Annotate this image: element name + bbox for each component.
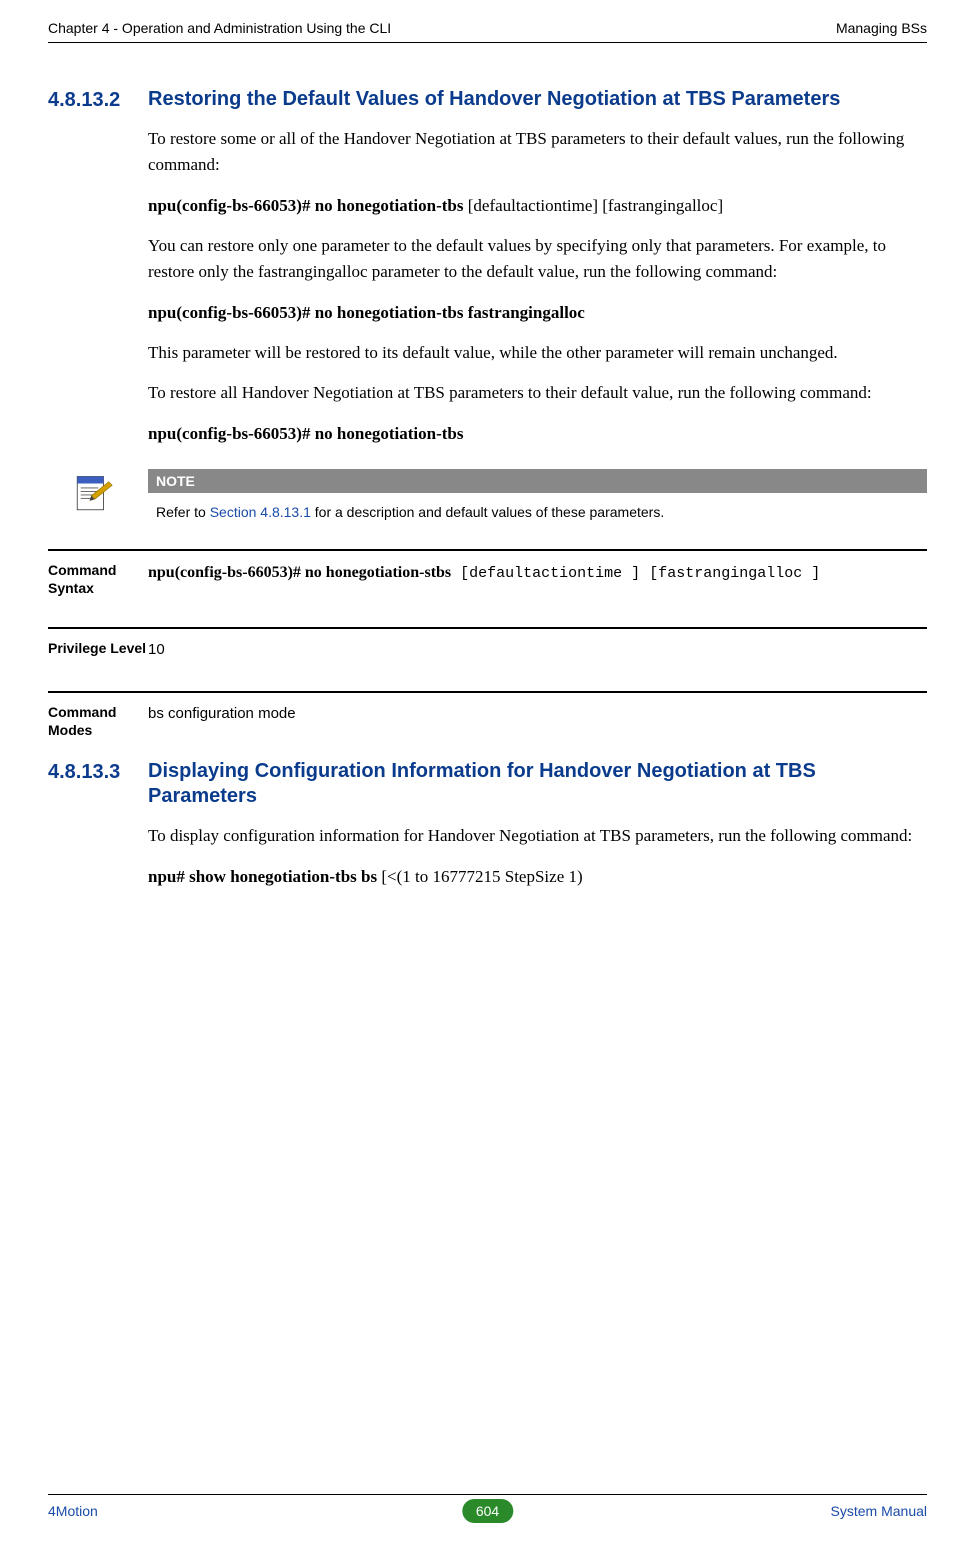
command-line: npu# show honegotiation-tbs bs [<(1 to 1… [148,864,927,890]
command-args: [<(1 to 16777215 StepSize 1) [377,867,583,886]
header-left: Chapter 4 - Operation and Administration… [48,20,391,36]
command-line: npu(config-bs-66053)# no honegotiation-t… [148,421,927,447]
body-paragraph: This parameter will be restored to its d… [148,340,927,366]
command-args: [defaultactiontime] [fastrangingalloc] [464,196,724,215]
section-number: 4.8.13.3 [48,759,148,809]
note-icon [48,469,148,515]
section-number: 4.8.13.2 [48,87,148,112]
row-value: bs configuration mode [148,703,927,739]
command-modes-row: Command Modes bs configuration mode [48,691,927,753]
note-block: NOTE Refer to Section 4.8.13.1 for a des… [48,469,927,529]
section-title: Displaying Configuration Information for… [148,759,927,809]
row-value: npu(config-bs-66053)# no honegotiation-s… [148,561,927,597]
header-right: Managing BSs [836,20,927,36]
footer-right[interactable]: System Manual [831,1503,927,1519]
page-number-badge: 604 [462,1499,513,1523]
note-link[interactable]: Section 4.8.13.1 [210,504,311,520]
row-label: Command Modes [48,703,148,739]
section-heading: 4.8.13.3 Displaying Configuration Inform… [48,759,927,809]
footer-center: 604 [462,1499,513,1523]
footer-left[interactable]: 4Motion [48,1503,98,1519]
row-label: Privilege Level [48,639,148,661]
body-paragraph: To restore some or all of the Handover N… [148,126,927,179]
command-syntax-row: Command Syntax npu(config-bs-66053)# no … [48,549,927,621]
note-text: Refer to Section 4.8.13.1 for a descript… [148,493,927,529]
page-header: Chapter 4 - Operation and Administration… [48,20,927,43]
note-text-part: Refer to [156,504,210,520]
command-line: npu(config-bs-66053)# no honegotiation-t… [148,193,927,219]
command-bold: npu# show honegotiation-tbs bs [148,867,377,886]
body-paragraph: To restore all Handover Negotiation at T… [148,380,927,406]
command-bold: npu(config-bs-66053)# no honegotiation-s… [148,564,451,581]
privilege-level-row: Privilege Level 10 [48,627,927,685]
page-footer: 4Motion 604 System Manual [48,1494,927,1519]
section-title: Restoring the Default Values of Handover… [148,87,927,112]
body-paragraph: To display configuration information for… [148,823,927,849]
command-line: npu(config-bs-66053)# no honegotiation-t… [148,300,927,326]
section-heading: 4.8.13.2 Restoring the Default Values of… [48,87,927,112]
command-bold: npu(config-bs-66053)# no honegotiation-t… [148,196,464,215]
row-label: Command Syntax [48,561,148,597]
command-args: [defaultactiontime ] [fastrangingalloc ] [451,565,820,582]
note-text-part: for a description and default values of … [311,504,664,520]
row-value: 10 [148,639,927,661]
body-paragraph: You can restore only one parameter to th… [148,233,927,286]
note-header: NOTE [148,469,927,493]
